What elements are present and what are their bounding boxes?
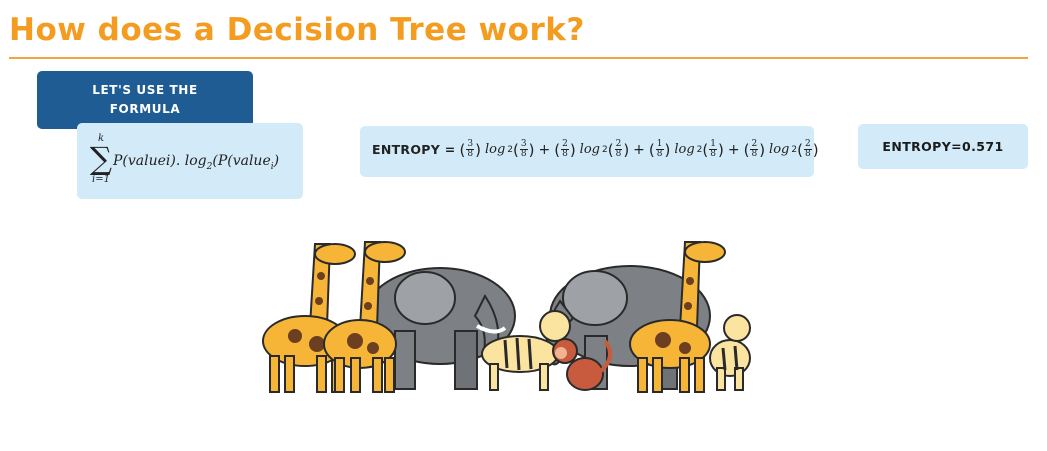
close-paren: ) xyxy=(718,140,724,159)
log-function: log xyxy=(579,142,600,157)
close-paren: ) xyxy=(812,140,819,159)
summation: k ∑ i=1 xyxy=(87,133,115,186)
fraction-arg-3: 18 xyxy=(709,140,717,159)
close-paren: ) xyxy=(664,140,671,159)
close-paren: ) xyxy=(475,140,481,159)
open-paren: ( xyxy=(607,140,614,159)
plus-operator-2: + xyxy=(633,141,645,158)
open-paren: ( xyxy=(554,140,561,159)
fraction-arg-2: 28 xyxy=(614,140,623,159)
open-paren: ( xyxy=(797,140,803,159)
sigma-symbol: ∑ xyxy=(89,141,113,177)
fraction-denominator: 8 xyxy=(467,149,474,159)
formula-part-2: (P(value xyxy=(212,153,271,169)
open-paren: ( xyxy=(459,140,466,159)
close-paren: ) xyxy=(569,140,576,159)
slide-title: How does a Decision Tree work? xyxy=(9,12,585,48)
entropy-formula-box: k ∑ i=1 P(valuei). log2(P(valuei) xyxy=(77,123,303,199)
fraction-coef-3: 18 xyxy=(655,140,664,159)
formula-part-3: ) xyxy=(273,153,280,169)
badge-line-2: FORMULA xyxy=(109,102,181,116)
close-paren: ) xyxy=(623,140,630,159)
formula-body: P(valuei). log2(P(valuei) xyxy=(113,153,279,172)
open-paren: ( xyxy=(702,140,709,159)
plus-operator-1: + xyxy=(538,141,551,158)
fraction-denominator: 8 xyxy=(520,149,527,159)
close-paren: ) xyxy=(759,140,766,159)
entropy-result-box: ENTROPY=0.571 xyxy=(858,124,1028,169)
fraction-denominator: 8 xyxy=(656,149,663,159)
log-function: log xyxy=(674,142,695,157)
fraction-denominator: 8 xyxy=(751,149,758,159)
entropy-label: ENTROPY = xyxy=(372,142,456,157)
close-paren: ) xyxy=(528,140,535,159)
badge-line-1: LET'S USE THE xyxy=(92,83,198,97)
fraction-denominator: 8 xyxy=(804,149,811,159)
open-paren: ( xyxy=(743,140,750,159)
formula-part-1: P(valuei). log xyxy=(113,153,207,169)
open-paren: ( xyxy=(513,140,519,159)
log-function: log xyxy=(769,142,790,157)
fraction-coef-2: 28 xyxy=(561,140,569,159)
open-paren: ( xyxy=(648,140,655,159)
formula-badge: LET'S USE THE FORMULA xyxy=(37,71,253,129)
fraction-denominator: 8 xyxy=(615,149,622,159)
fraction-denominator: 8 xyxy=(562,149,568,159)
zoo-animals-illustration xyxy=(262,241,751,393)
tiger-2 xyxy=(709,314,751,391)
fraction-denominator: 8 xyxy=(710,149,716,159)
entropy-result: ENTROPY=0.571 xyxy=(882,139,1004,154)
fraction-arg-4: 28 xyxy=(803,140,812,159)
log-function: log xyxy=(484,142,506,157)
entropy-calculation-box: ENTROPY = (3 8) log 2(3 8) +(2 8) log 2(2 8) +(1 8)… xyxy=(360,126,819,177)
fraction-coef-1: 38 xyxy=(466,140,475,159)
fraction-coef-4: 28 xyxy=(750,140,759,159)
title-divider xyxy=(9,57,1028,59)
plus-operator-3: + xyxy=(727,141,740,158)
fraction-arg-1: 38 xyxy=(519,140,528,159)
entropy-expression: ENTROPY = (3 8) log 2(3 8) +(2 8) log 2(2 8) +(1 8)… xyxy=(372,140,819,159)
